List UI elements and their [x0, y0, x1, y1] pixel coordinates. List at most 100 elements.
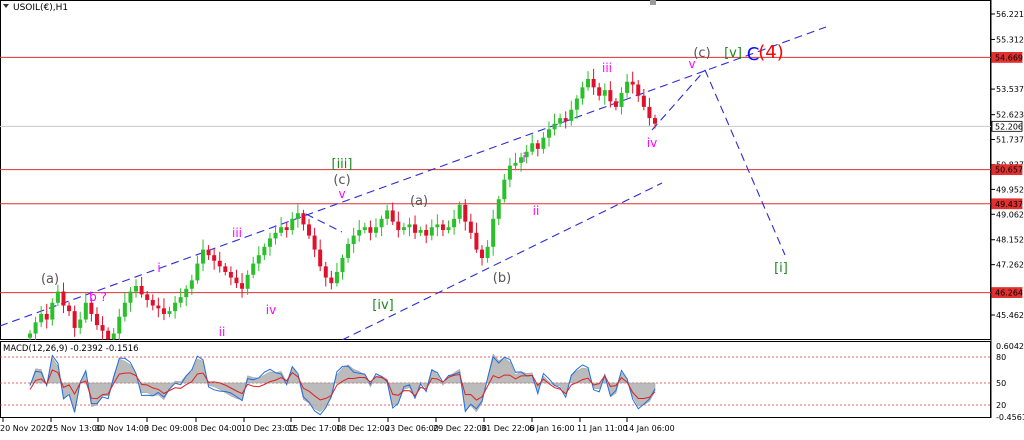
candle-body — [513, 162, 518, 166]
candle-body — [351, 235, 356, 244]
price-axis-label: 47.262 — [996, 261, 1024, 270]
candle-body — [134, 285, 139, 292]
candle-body — [139, 285, 144, 295]
candle-body — [440, 224, 445, 231]
wave-label: iv — [266, 303, 276, 317]
price-level-label: 46.264 — [995, 289, 1023, 298]
candle-body — [558, 118, 563, 124]
candle-body — [457, 204, 462, 219]
candle-body — [122, 302, 127, 317]
candle-body — [574, 98, 579, 110]
macd-axis-label: 20 — [996, 401, 1006, 410]
candle-body — [173, 302, 178, 312]
candle-body — [267, 238, 272, 247]
price-axis-label: 45.462 — [996, 311, 1024, 320]
candle-body — [407, 224, 412, 228]
wave-label: (a) — [41, 272, 59, 287]
wave-label: [v] — [724, 46, 742, 61]
candle-body — [401, 227, 406, 231]
time-axis-label: 6 Jan 16:00 — [529, 424, 575, 433]
candle-body — [580, 87, 585, 99]
price-level-label: 50.657 — [995, 166, 1023, 175]
wave-label: i — [522, 151, 525, 165]
candle-body — [373, 227, 378, 233]
candle-body — [55, 291, 60, 303]
candle-body — [273, 232, 278, 239]
candle-body — [200, 249, 205, 264]
candle-body — [385, 210, 390, 219]
time-axis-label: 3 Dec 09:00 — [144, 424, 193, 433]
candle-body — [217, 260, 222, 267]
candle-body — [636, 84, 641, 96]
candle-body — [117, 316, 122, 334]
candle-body — [586, 78, 591, 88]
candle-body — [390, 210, 395, 222]
candle-body — [362, 227, 367, 231]
candle-body — [307, 224, 312, 236]
candle-body — [474, 232, 479, 250]
candle-body — [552, 123, 557, 130]
macd-axis-label: 50 — [996, 379, 1006, 388]
candle-body — [189, 280, 194, 289]
candle-body — [318, 249, 323, 267]
candle-body — [546, 129, 551, 138]
candle-body — [346, 243, 351, 258]
candle-body — [256, 255, 261, 264]
candle-body — [641, 95, 646, 107]
candle-body — [39, 313, 44, 323]
candle-body — [597, 87, 602, 96]
candle-body — [150, 299, 155, 306]
candle-body — [429, 227, 434, 236]
time-axis-label: 11 Jan 11:00 — [577, 424, 628, 433]
candle-body — [435, 224, 440, 228]
candle-body — [496, 199, 501, 219]
candle-body — [184, 288, 189, 298]
candle-body — [602, 90, 607, 96]
candle-body — [413, 224, 418, 233]
candle-body — [323, 266, 328, 278]
time-axis-label: 20 Nov 2020 — [0, 424, 51, 433]
candle-body — [340, 257, 345, 272]
candle-body — [156, 305, 161, 309]
macd-axis-label: 0.6042 — [996, 342, 1024, 351]
chart-window: 56.221 55.312 54.669 53.537 52.623 52.206 51.7… — [0, 0, 1024, 440]
candle-body — [630, 81, 635, 85]
wave-label: ii — [219, 325, 226, 339]
price-level-label: 52.206 — [995, 122, 1023, 131]
candle-body — [446, 227, 451, 231]
candle-body — [106, 330, 111, 340]
wave-label: (b) — [493, 271, 511, 286]
candle-body — [161, 308, 166, 314]
wave-label: iii — [232, 226, 242, 240]
candle-body — [284, 227, 289, 231]
candle-body — [262, 246, 267, 256]
wave-label: [i] — [774, 261, 788, 276]
time-axis-label: 14 Jan 06:00 — [624, 424, 675, 433]
candle-body — [128, 291, 133, 303]
candle-body — [535, 143, 540, 149]
chart-shift-marker[interactable] — [650, 0, 656, 5]
candle-body — [290, 218, 295, 231]
candle-body — [167, 311, 172, 314]
candle-body — [28, 333, 32, 338]
candle-body — [301, 213, 306, 225]
time-axis-label: 23 Dec 06:00 — [385, 424, 439, 433]
wave-label: (4) — [758, 42, 784, 63]
candle-body — [212, 255, 217, 261]
candle-body — [625, 81, 630, 93]
candle-body — [295, 213, 300, 219]
candle-body — [357, 230, 362, 236]
time-axis-label: 8 Dec 04:00 — [193, 424, 242, 433]
wave-label: ii — [533, 204, 540, 218]
candle-body — [228, 271, 233, 278]
candle-body — [195, 263, 200, 281]
candle-body — [563, 118, 568, 121]
price-axis-label: 48.152 — [996, 236, 1024, 245]
price-axis-label: 49.952 — [996, 185, 1024, 194]
time-axis-label: 10 Dec 23:00 — [241, 424, 295, 433]
candle-body — [480, 249, 485, 258]
wave-label: v — [338, 187, 345, 201]
candle-body — [647, 106, 652, 119]
candle-body — [485, 246, 490, 258]
candle-body — [530, 143, 535, 152]
